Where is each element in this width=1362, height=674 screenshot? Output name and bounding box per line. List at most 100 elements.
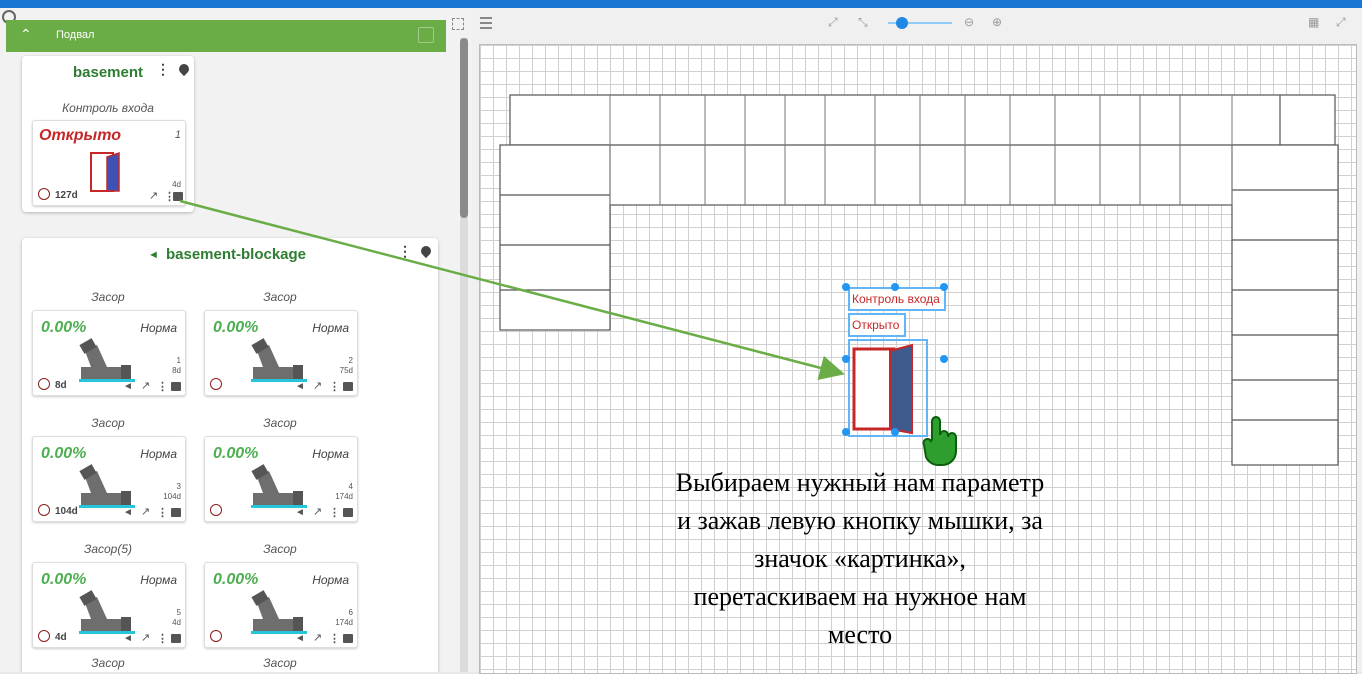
widget-label: Засор <box>263 542 297 556</box>
chart-icon[interactable]: ↗ <box>313 631 322 644</box>
widget-id: 1 <box>174 129 181 141</box>
megaphone-icon[interactable]: ◄ <box>123 633 133 644</box>
layout-icon[interactable]: ▦ <box>1308 16 1320 28</box>
card-title: basement-blockage <box>165 246 307 263</box>
widget-tile-blockage[interactable]: 0.00% Норма 1 8d 8d ◄ ↗ ⋮ <box>32 310 186 396</box>
widget-age: 104d <box>55 506 78 517</box>
image-icon[interactable] <box>343 508 353 517</box>
resize-handle[interactable] <box>891 428 899 436</box>
resize-handle[interactable] <box>842 428 850 436</box>
widget-value: 0.00% <box>213 445 259 462</box>
chart-icon[interactable]: ↗ <box>141 505 150 518</box>
megaphone-icon[interactable]: ◄ <box>295 381 305 392</box>
kebab-icon[interactable]: ⋮ <box>157 632 168 645</box>
placed-widget-value[interactable]: Открыто <box>848 313 906 337</box>
hand-cursor-icon <box>922 416 957 466</box>
kebab-icon[interactable]: ⋮ <box>329 632 340 645</box>
widget-status: Норма <box>312 321 349 335</box>
object-card-basement-blockage: ◄ basement-blockage ⋮ Засор Засор Засор 0… <box>22 238 438 672</box>
widget-value: 0.00% <box>41 571 87 588</box>
resize-handle[interactable] <box>842 283 850 291</box>
widget-id: 3 <box>176 482 181 491</box>
caption-line: перетаскиваем на нужное нам <box>693 582 1027 611</box>
fullscreen-icon[interactable] <box>452 18 464 30</box>
caption-line: и зажав левую кнопку мышки, за <box>677 506 1043 535</box>
image-icon[interactable] <box>343 634 353 643</box>
pipe-icon <box>79 464 135 508</box>
pipe-icon <box>79 590 135 634</box>
widget-label: Контроль входа <box>62 101 154 115</box>
editor-toolbar: ⤢ ⤡ ⊖ ⊕ ▦ ⤢ <box>472 8 1362 38</box>
resize-handle[interactable] <box>940 355 948 363</box>
menu-icon[interactable] <box>480 17 492 29</box>
image-icon[interactable] <box>343 382 353 391</box>
widget-id: 5 <box>176 608 181 617</box>
image-icon[interactable] <box>171 634 181 643</box>
kebab-icon[interactable]: ⋮ <box>157 380 168 393</box>
widget-id: 1 <box>176 356 181 365</box>
layout-icon[interactable] <box>418 27 434 43</box>
resize-handle[interactable] <box>891 283 899 291</box>
widget-status: Норма <box>140 447 177 461</box>
widget-tile-blockage[interactable]: 0.00% Норма 2 75d ◄ ↗ ⋮ <box>204 310 358 396</box>
megaphone-icon[interactable]: ◄ <box>295 633 305 644</box>
fullscreen-icon[interactable]: ⤢ <box>1336 16 1348 28</box>
kebab-icon[interactable]: ⋮ <box>156 61 170 78</box>
widget-tile-blockage[interactable]: 0.00% Норма 3 104d 104d ◄ ↗ ⋮ <box>32 436 186 522</box>
chart-icon[interactable]: ↗ <box>141 631 150 644</box>
group-header[interactable]: ⌃ Подвал <box>6 20 446 52</box>
chart-icon[interactable]: ↗ <box>313 505 322 518</box>
widget-panel: ⌃ Подвал basement ⋮ Контроль входа Откры… <box>0 8 472 672</box>
zoom-out-icon[interactable]: ⊖ <box>964 16 976 28</box>
widget-age: 4d <box>55 632 67 643</box>
widget-tile-entry[interactable]: Открыто 1 127d ↗ ⋮ 4d <box>32 120 186 206</box>
fit-icon[interactable]: ⤢ <box>828 16 840 28</box>
scrollbar-thumb[interactable] <box>460 38 468 218</box>
alarm-icon[interactable] <box>38 188 50 200</box>
resize-handle[interactable] <box>940 283 948 291</box>
chart-icon[interactable]: ↗ <box>141 379 150 392</box>
image-icon[interactable] <box>171 508 181 517</box>
fullscreen-icon[interactable]: ⤡ <box>858 16 870 28</box>
widget-tile-blockage[interactable]: 0.00% Норма 6 174d ◄ ↗ ⋮ <box>204 562 358 648</box>
megaphone-icon[interactable]: ◄ <box>123 507 133 518</box>
zoom-in-icon[interactable]: ⊕ <box>992 16 1004 28</box>
widget-label: Засор(5) <box>83 542 133 556</box>
caption-line: Выбираем нужный нам параметр <box>675 468 1045 497</box>
pic-age: 75d <box>339 366 353 375</box>
alarm-icon[interactable] <box>210 504 222 516</box>
kebab-icon[interactable]: ⋮ <box>398 243 412 260</box>
alarm-icon[interactable] <box>38 630 50 642</box>
kebab-icon[interactable]: ⋮ <box>157 506 168 519</box>
placed-widget-label[interactable]: Контроль входа <box>848 287 946 311</box>
chart-icon[interactable]: ↗ <box>149 189 158 202</box>
image-icon[interactable] <box>171 382 181 391</box>
widget-id: 2 <box>348 356 353 365</box>
chart-icon[interactable]: ↗ <box>313 379 322 392</box>
widget-id: 6 <box>348 608 353 617</box>
pic-age: 174d <box>335 492 353 501</box>
widget-tile-blockage[interactable]: 0.00% Норма 4 174d ◄ ↗ ⋮ <box>204 436 358 522</box>
alarm-icon[interactable] <box>38 378 50 390</box>
zoom-slider-thumb[interactable] <box>896 17 908 29</box>
widget-age: 8d <box>55 380 67 391</box>
widget-label: Засор <box>263 656 297 670</box>
object-card-basement: basement ⋮ Контроль входа Открыто 1 127d… <box>22 56 194 212</box>
resize-handle[interactable] <box>842 355 850 363</box>
megaphone-icon[interactable]: ◄ <box>295 507 305 518</box>
widget-value: 0.00% <box>41 445 87 462</box>
pic-age: 8d <box>172 366 181 375</box>
alarm-icon[interactable] <box>210 630 222 642</box>
kebab-icon[interactable]: ⋮ <box>329 380 340 393</box>
alarm-icon[interactable] <box>38 504 50 516</box>
group-title: Подвал <box>56 29 95 41</box>
megaphone-icon[interactable]: ◄ <box>123 381 133 392</box>
image-icon[interactable] <box>173 192 183 201</box>
panel-scrollbar[interactable] <box>460 38 468 672</box>
widget-tile-blockage[interactable]: 0.00% Норма 5 4d 4d ◄ ↗ ⋮ <box>32 562 186 648</box>
chevron-up-icon[interactable]: ⌃ <box>20 26 32 43</box>
alarm-icon[interactable] <box>210 378 222 390</box>
kebab-icon[interactable]: ⋮ <box>329 506 340 519</box>
widget-status: Норма <box>140 573 177 587</box>
pic-age: 174d <box>335 618 353 627</box>
